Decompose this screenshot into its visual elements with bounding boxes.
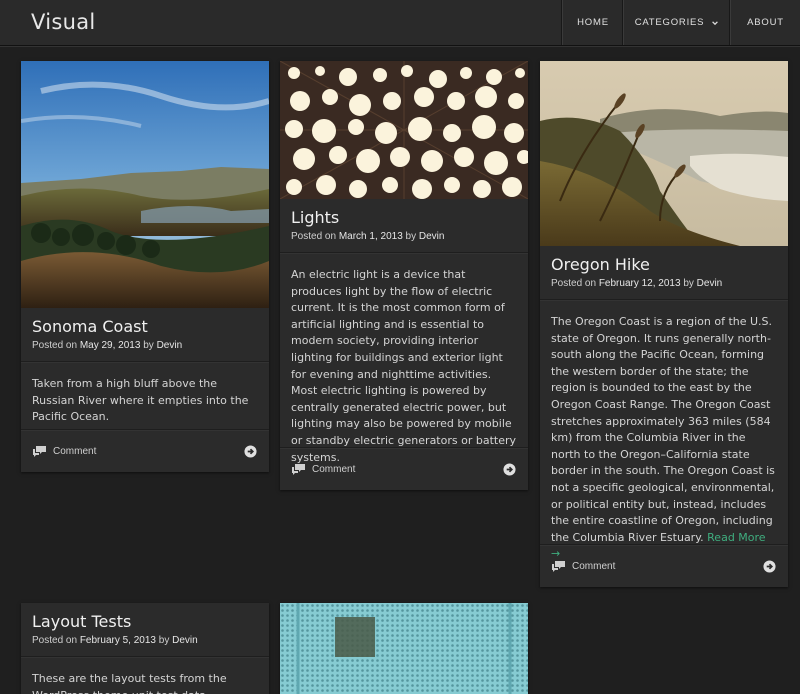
post-image-lights[interactable] [280,61,528,199]
arrow-right-circle-icon[interactable] [244,445,257,458]
post-author-link[interactable]: Devin [157,340,183,351]
post-card-layout-tests: Layout Tests Posted on February 5, 2013 … [21,603,269,694]
post-author-link[interactable]: Devin [172,635,198,646]
post-footer: Comment [21,429,269,472]
by-label: by [683,278,694,289]
comment-icon [552,561,565,572]
post-excerpt: An electric light is a device that produ… [280,253,528,464]
nav-categories[interactable]: CATEGORIES [623,0,730,45]
post-date-link[interactable]: February 5, 2013 [80,635,156,646]
posted-on-label: Posted on [551,278,597,289]
arrow-right-circle-icon[interactable] [503,463,516,476]
main-nav: HOME CATEGORIES ABOUT [562,0,800,45]
comment-link[interactable]: Comment [572,561,615,572]
post-excerpt: The Oregon Coast is a region of the U.S.… [540,300,788,560]
post-meta: Posted on March 1, 2013 by Devin [291,231,517,242]
comment-link[interactable]: Comment [53,446,96,457]
post-excerpt-text: The Oregon Coast is a region of the U.S.… [551,315,775,544]
post-author-link[interactable]: Devin [419,231,445,242]
post-footer: Comment [540,544,788,587]
post-title[interactable]: Oregon Hike [551,255,777,274]
nav-about[interactable]: ABOUT [730,0,800,45]
post-card-sonoma: Sonoma Coast Posted on May 29, 2013 by D… [21,61,269,472]
post-title[interactable]: Lights [291,208,517,227]
posted-on-label: Posted on [32,340,78,351]
post-meta: Posted on February 12, 2013 by Devin [551,278,777,289]
by-label: by [143,340,154,351]
posted-on-label: Posted on [291,231,337,242]
nav-categories-label: CATEGORIES [634,17,705,28]
comment-icon [33,446,46,457]
by-label: by [158,635,170,646]
post-header: Sonoma Coast Posted on May 29, 2013 by D… [21,308,269,362]
post-card-lights: Lights Posted on March 1, 2013 by Devin … [280,61,528,490]
post-title[interactable]: Sonoma Coast [32,317,258,336]
comment-link[interactable]: Comment [312,464,355,475]
by-label: by [405,231,417,242]
post-header: Layout Tests Posted on February 5, 2013 … [21,603,269,657]
post-excerpt: These are the layout tests from the Word… [21,657,269,694]
post-date-link[interactable]: March 1, 2013 [339,231,403,242]
site-title[interactable]: Visual [31,10,96,34]
post-author-link[interactable]: Devin [697,278,723,289]
post-image-perforated-wall[interactable] [280,603,528,694]
post-card-oregon: Oregon Hike Posted on February 12, 2013 … [540,61,788,587]
nav-home[interactable]: HOME [562,0,623,45]
post-header: Lights Posted on March 1, 2013 by Devin [280,199,528,253]
post-meta: Posted on May 29, 2013 by Devin [32,340,258,351]
post-excerpt: Taken from a high bluff above the Russia… [21,362,269,429]
site-header: Visual HOME CATEGORIES ABOUT [0,0,800,46]
post-meta: Posted on February 5, 2013 by Devin [32,635,258,646]
post-image-oregon[interactable] [540,61,788,246]
chevron-down-icon [712,20,719,25]
post-date-link[interactable]: February 12, 2013 [599,278,681,289]
post-image-sonoma[interactable] [21,61,269,308]
arrow-right-circle-icon[interactable] [763,560,776,573]
post-card-image [280,603,528,694]
post-date-link[interactable]: May 29, 2013 [80,340,141,351]
post-footer: Comment [280,447,528,490]
comment-icon [292,464,305,475]
posted-on-label: Posted on [32,635,78,646]
post-header: Oregon Hike Posted on February 12, 2013 … [540,246,788,300]
post-title[interactable]: Layout Tests [32,612,258,631]
